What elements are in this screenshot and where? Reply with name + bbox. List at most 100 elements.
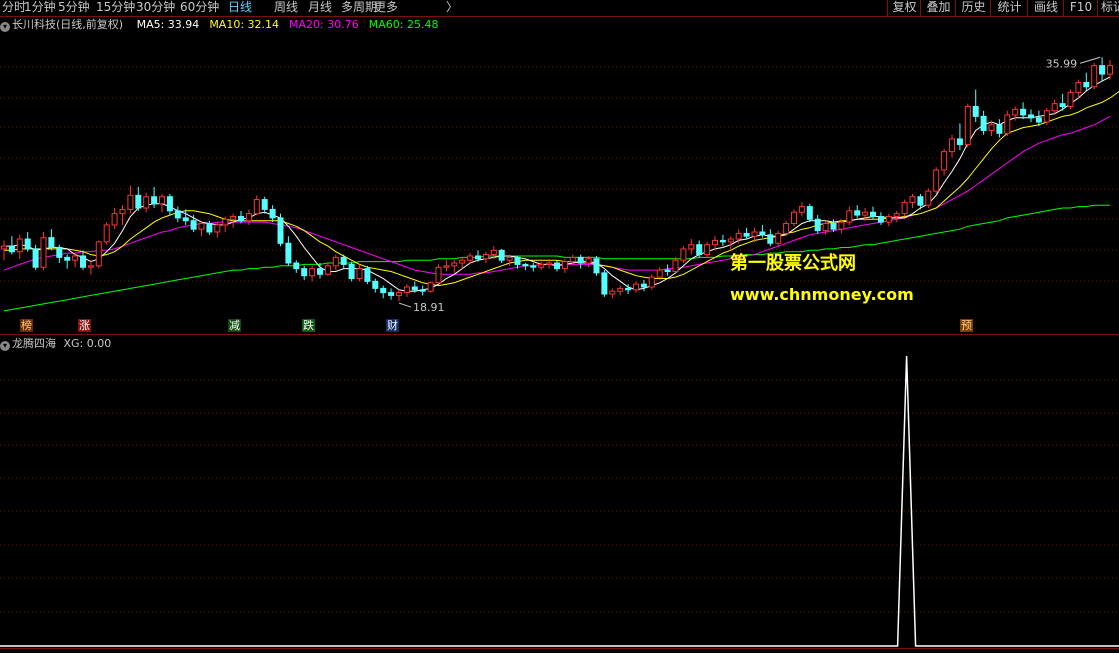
candle-body — [530, 265, 537, 268]
candle-body — [640, 283, 647, 288]
candle-body — [949, 138, 955, 153]
candle-body — [1099, 65, 1106, 75]
candle-body — [577, 256, 584, 264]
high-price-label: 35.99 — [1046, 57, 1078, 70]
candle-body — [222, 218, 229, 226]
candle-body — [206, 223, 213, 233]
low-price-label: 18.91 — [413, 301, 445, 314]
candle-body — [32, 248, 39, 268]
candle-body — [364, 268, 371, 282]
candle-body — [941, 151, 948, 171]
candle-body — [1043, 110, 1050, 123]
signal-marker: 榜 — [20, 319, 33, 332]
candle-body — [862, 211, 869, 216]
candles — [1, 57, 1113, 302]
candle-body — [609, 290, 616, 295]
candle-body — [182, 217, 189, 222]
candle-body — [1091, 65, 1098, 88]
candle-body — [396, 292, 402, 296]
candle-body — [348, 263, 355, 280]
candle-body — [688, 244, 695, 250]
signal-marker: 预 — [960, 319, 973, 332]
candle-body — [80, 255, 86, 268]
candle-body — [482, 254, 489, 260]
candle-body — [411, 286, 418, 291]
candle-body — [419, 289, 426, 292]
candle-body — [696, 244, 703, 256]
candle-body — [830, 223, 837, 230]
candle-body — [933, 169, 940, 192]
candle-body — [767, 234, 774, 244]
chart-grid — [0, 66, 1119, 649]
candle-body — [648, 276, 655, 288]
candle-body — [672, 259, 679, 272]
candle-body — [490, 249, 497, 256]
candle-body — [24, 238, 31, 250]
candle-body — [380, 287, 387, 294]
candle-body — [127, 194, 134, 210]
candle-body — [119, 208, 126, 215]
candle-body — [980, 115, 987, 131]
candle-body — [143, 196, 150, 209]
candle-body — [1028, 114, 1034, 119]
candle-body — [48, 237, 55, 249]
candle-body — [103, 224, 110, 243]
ma5-path — [4, 76, 1111, 292]
candle-body — [601, 272, 608, 295]
candle-body — [925, 190, 932, 206]
candle-body — [625, 287, 632, 291]
candle-body — [1107, 65, 1113, 75]
candle-body — [633, 283, 639, 291]
candle-body — [893, 213, 900, 217]
candle-body — [427, 282, 434, 292]
candle-body — [56, 247, 63, 258]
candle-body — [838, 221, 845, 230]
candle-body — [877, 215, 884, 223]
candle-body — [72, 255, 79, 261]
ma60-path — [3, 204, 1110, 312]
candle-body — [285, 242, 292, 264]
candle-body — [712, 239, 718, 246]
candle-body — [870, 211, 876, 217]
xg-line — [0, 355, 1119, 647]
candle-body — [87, 265, 94, 268]
candle-body — [459, 259, 466, 264]
candle-body — [885, 215, 892, 223]
candle-body — [174, 210, 181, 219]
candle-body — [680, 248, 687, 261]
candle-body — [561, 261, 568, 270]
xg-indicator — [0, 355, 1119, 647]
candle-body — [719, 239, 726, 243]
candle-body — [475, 255, 481, 260]
candle-body — [269, 208, 276, 219]
candle-body — [403, 286, 410, 294]
candle-body — [964, 106, 971, 146]
candle-body — [1004, 114, 1011, 134]
candle-body — [664, 269, 671, 272]
candle-body — [506, 256, 513, 261]
candle-body — [443, 265, 450, 268]
candle-body — [917, 196, 924, 206]
candle-body — [522, 263, 529, 267]
candle-body — [301, 268, 308, 277]
candle-body — [40, 237, 47, 268]
candle-body — [822, 223, 829, 232]
price-annotations: 35.99 18.91 — [398, 56, 1101, 314]
candle-body — [151, 196, 158, 205]
candle-body — [538, 263, 545, 268]
candle-body — [1, 245, 7, 250]
kline-chart[interactable]: 35.99 18.91 — [0, 0, 1119, 653]
candle-body — [783, 223, 790, 234]
candle-body — [245, 213, 252, 222]
ma10-path — [4, 91, 1119, 287]
candle-body — [1051, 103, 1058, 112]
candle-body — [988, 124, 995, 131]
watermark-url: www.chnmoney.com — [730, 285, 914, 304]
candle-body — [1083, 82, 1090, 88]
candle-body — [135, 194, 142, 209]
candle-body — [743, 232, 750, 237]
candle-body — [656, 269, 663, 278]
candle-body — [467, 255, 474, 261]
high-marker-line — [1079, 56, 1101, 64]
candle-body — [293, 262, 300, 270]
